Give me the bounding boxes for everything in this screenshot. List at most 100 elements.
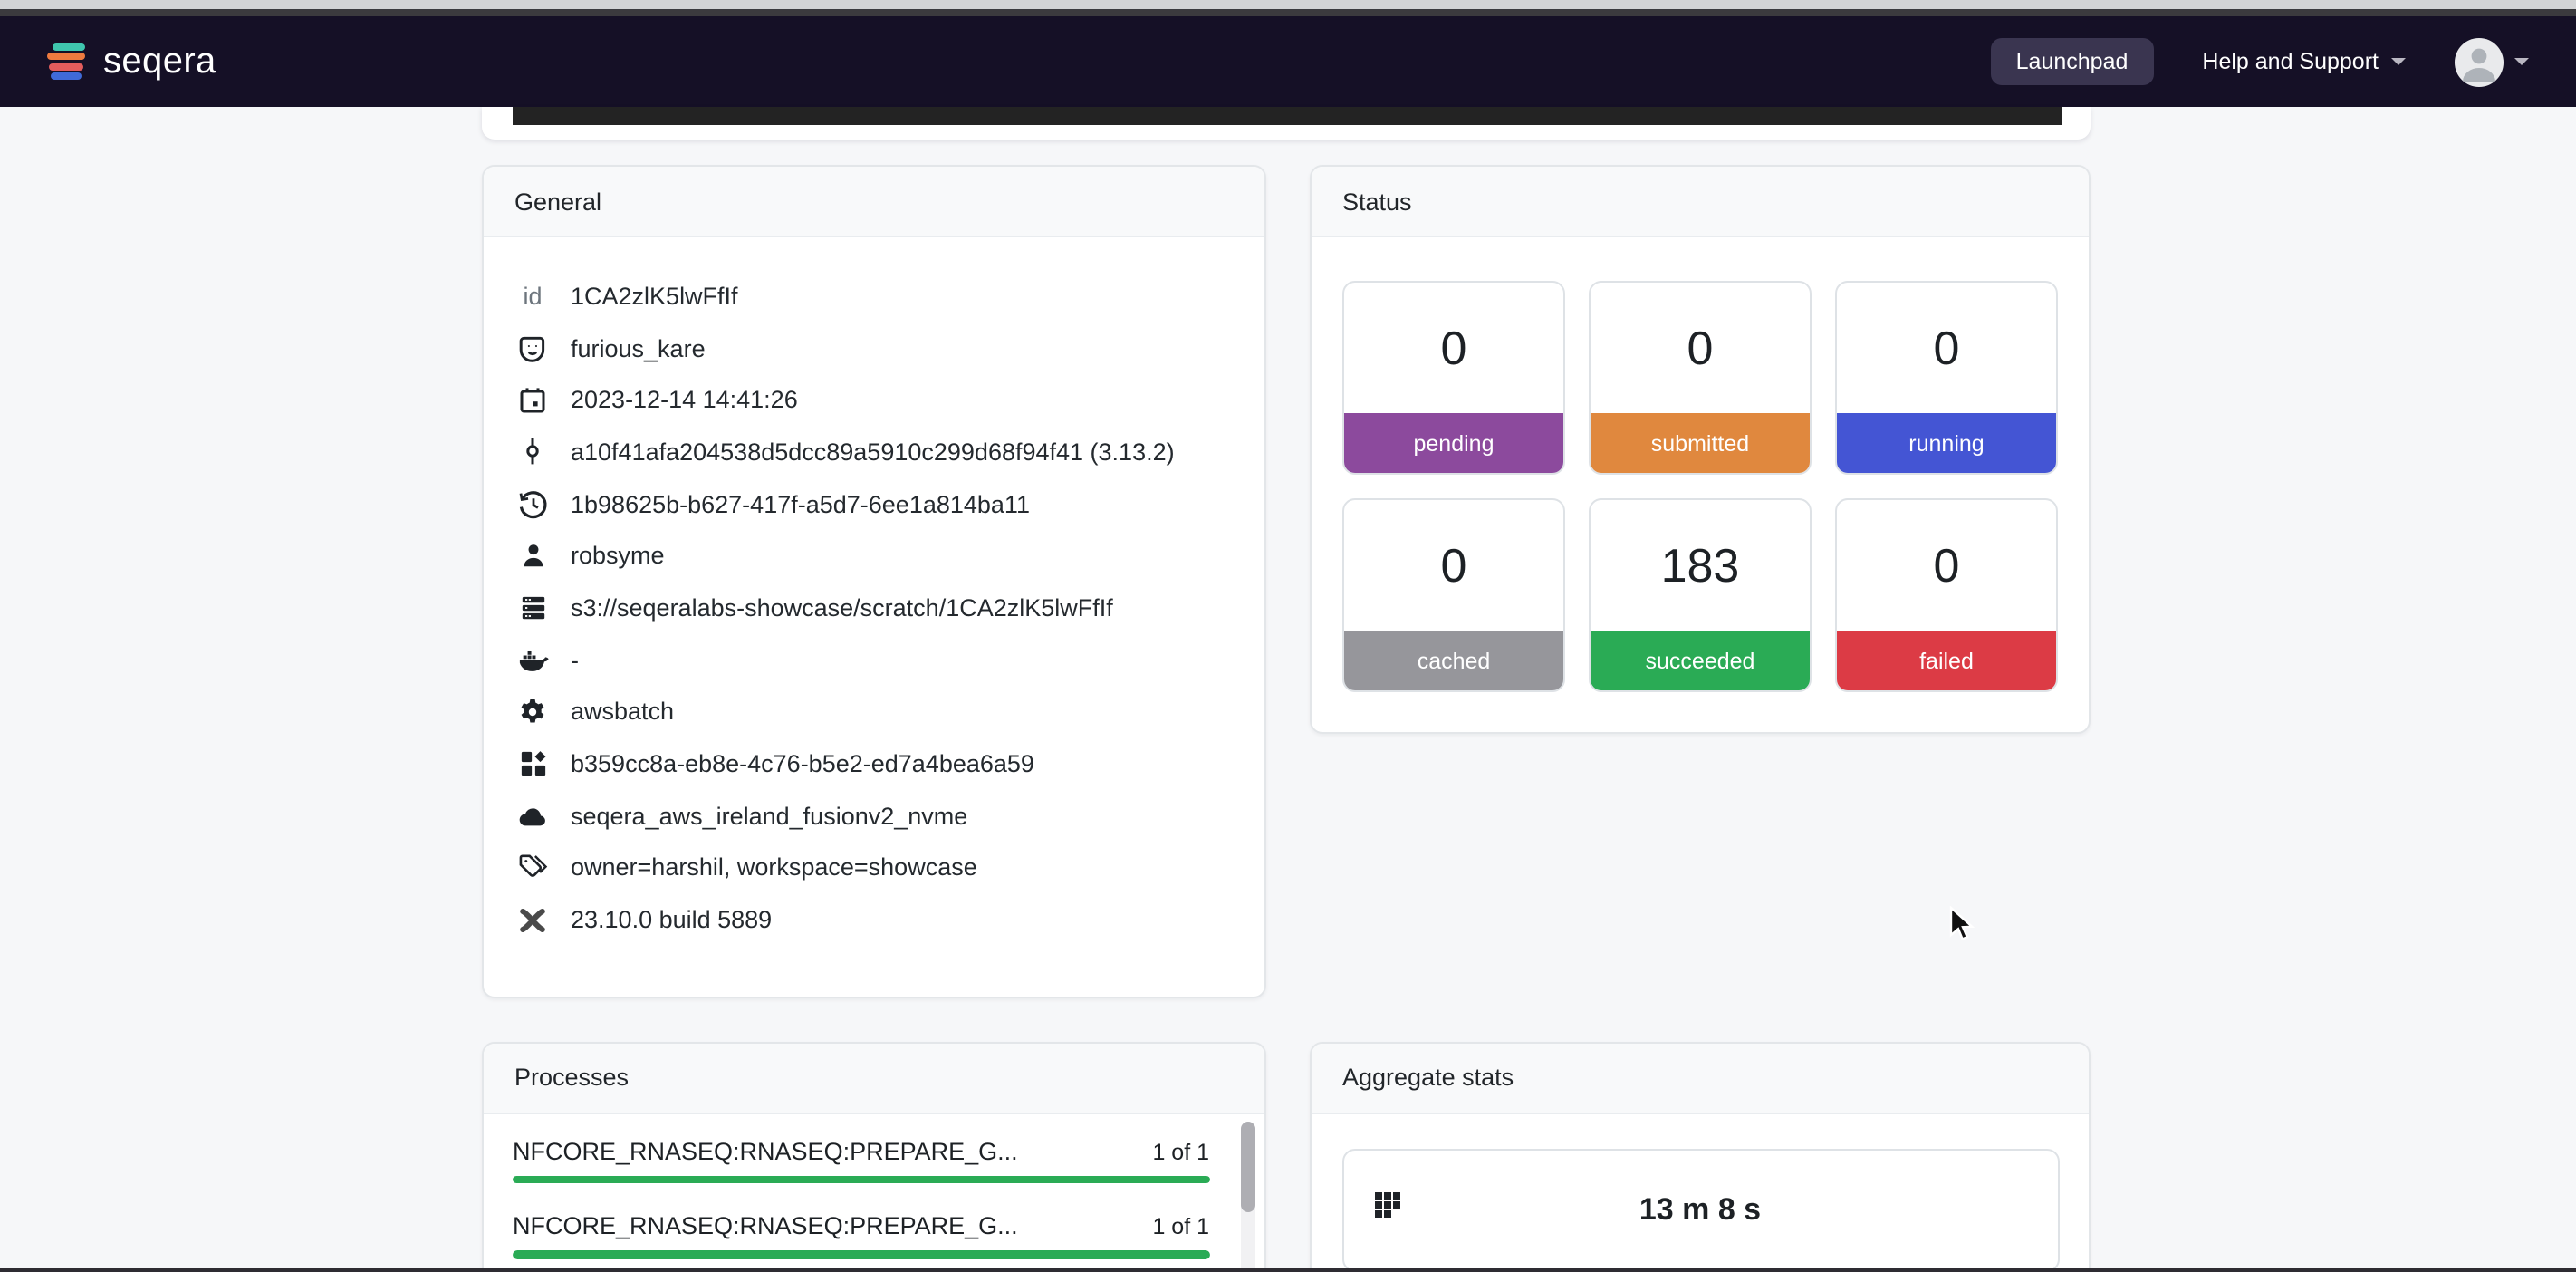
failed-count: 0	[1837, 500, 2056, 631]
cloud-icon	[514, 804, 551, 827]
person-icon	[2455, 37, 2504, 86]
window-top-divider	[0, 8, 2576, 16]
aggregate-card-body: 13 m 8 s	[1312, 1113, 2089, 1271]
processes-list: NFCORE_RNASEQ:RNASEQ:PREPARE_G... 1 of 1…	[484, 1113, 1264, 1258]
general-row-executor: awsbatch	[514, 686, 1233, 737]
user-menu[interactable]	[2455, 37, 2529, 86]
general-row-workdir: s3://seqeralabs-showcase/scratch/1CA2zlK…	[514, 582, 1233, 633]
cards-grid: General id 1CA2zlK5lwFfIf	[482, 165, 2091, 1272]
process-progress-bar	[513, 1250, 1209, 1258]
chevron-down-icon	[2391, 58, 2406, 65]
command-box-card	[482, 107, 2091, 139]
launchpad-button[interactable]: Launchpad	[1991, 38, 2154, 85]
window-top-strip	[0, 0, 2576, 8]
status-tile-pending[interactable]: 0 pending	[1342, 281, 1565, 475]
walltime-stat-tile: 13 m 8 s	[1341, 1148, 2059, 1271]
walltime-value: 13 m 8 s	[1372, 1191, 2028, 1228]
running-label: running	[1837, 413, 2056, 473]
running-count: 0	[1837, 283, 2056, 413]
masks-icon	[514, 332, 551, 363]
compute-env-name-value: seqera_aws_ireland_fusionv2_nvme	[571, 802, 967, 829]
workdir-value: s3://seqeralabs-showcase/scratch/1CA2zlK…	[571, 594, 1113, 622]
window-bottom-edge	[0, 1267, 2576, 1272]
aggregate-stats-card: Aggregate stats 13 m 8 s	[1310, 1041, 2091, 1272]
run-name-value: furious_kare	[571, 334, 706, 361]
general-row-container: -	[514, 634, 1233, 686]
status-tile-running[interactable]: 0 running	[1835, 281, 2058, 475]
process-progress-track	[513, 1250, 1209, 1258]
processes-card: Processes NFCORE_RNASEQ:RNASEQ:PREPARE_G…	[482, 1041, 1265, 1272]
nextflow-version-value: 23.10.0 build 5889	[571, 906, 772, 933]
general-card: General id 1CA2zlK5lwFfIf	[482, 165, 1265, 997]
avatar	[2455, 37, 2504, 86]
process-name[interactable]: NFCORE_RNASEQ:RNASEQ:PREPARE_G...	[513, 1137, 1018, 1164]
username-value: robsyme	[571, 543, 665, 570]
status-tile-submitted[interactable]: 0 submitted	[1589, 281, 1812, 475]
commit-value: a10f41afa204538d5dcc89a5910c299d68f94f41…	[571, 438, 1175, 466]
seqera-home-link[interactable]: seqera	[47, 41, 216, 82]
calendar-icon	[514, 385, 551, 414]
succeeded-count: 183	[1591, 500, 1810, 631]
general-row-session: 1b98625b-b627-417f-a5d7-6ee1a814ba11	[514, 478, 1233, 530]
history-icon	[514, 488, 551, 519]
commit-icon	[514, 438, 551, 467]
top-navbar: seqera Launchpad Help and Support	[0, 16, 2576, 107]
general-card-body: id 1CA2zlK5lwFfIf furious_kar	[484, 237, 1264, 946]
container-value: -	[571, 646, 579, 673]
run-id-value: 1CA2zlK5lwFfIf	[571, 283, 738, 310]
general-row-computeenv-id: b359cc8a-eb8e-4c76-b5e2-ed7a4bea6a59	[514, 737, 1233, 789]
pending-count: 0	[1344, 283, 1563, 413]
general-row-nextflow-version: 23.10.0 build 5889	[514, 894, 1233, 946]
tags-icon	[514, 854, 551, 882]
process-task-count: 1 of 1	[1152, 1214, 1209, 1239]
process-progress-track	[513, 1175, 1209, 1183]
status-tiles: 0 pending 0 submitted 0 running 0 cached	[1312, 237, 2089, 692]
cached-count: 0	[1344, 500, 1563, 631]
shapes-icon	[514, 750, 551, 777]
general-row-date: 2023-12-14 14:41:26	[514, 374, 1233, 426]
processes-card-header: Processes	[484, 1043, 1264, 1113]
id-label: id	[514, 283, 551, 310]
status-tile-cached[interactable]: 0 cached	[1342, 498, 1565, 692]
processes-scrollbar-thumb[interactable]	[1241, 1122, 1255, 1212]
docker-icon	[514, 646, 551, 673]
process-item: NFCORE_RNASEQ:RNASEQ:PREPARE_G... 1 of 1	[513, 1137, 1209, 1183]
process-progress-bar	[513, 1175, 1209, 1183]
general-row-id: id 1CA2zlK5lwFfIf	[514, 270, 1233, 322]
run-details-page: General id 1CA2zlK5lwFfIf	[482, 107, 2091, 1272]
process-task-count: 1 of 1	[1152, 1139, 1209, 1164]
user-icon	[514, 543, 551, 570]
process-name[interactable]: NFCORE_RNASEQ:RNASEQ:PREPARE_G...	[513, 1212, 1018, 1239]
gear-icon	[514, 698, 551, 727]
walltime-grid-icon	[1372, 1190, 1401, 1229]
submitted-label: submitted	[1591, 413, 1810, 473]
session-id-value: 1b98625b-b627-417f-a5d7-6ee1a814ba11	[571, 490, 1030, 517]
help-support-menu[interactable]: Help and Support	[2202, 49, 2406, 74]
status-tile-failed[interactable]: 0 failed	[1835, 498, 2058, 692]
executor-value: awsbatch	[571, 699, 674, 726]
server-icon	[514, 594, 551, 622]
general-card-header: General	[484, 167, 1264, 237]
general-row-labels: owner=harshil, workspace=showcase	[514, 842, 1233, 893]
submitted-count: 0	[1591, 283, 1810, 413]
status-card-header: Status	[1312, 167, 2089, 237]
labels-value: owner=harshil, workspace=showcase	[571, 854, 977, 882]
seqera-logo-icon	[47, 43, 87, 81]
general-row-user: robsyme	[514, 530, 1233, 582]
navbar-right: Launchpad Help and Support	[1991, 37, 2529, 86]
processes-scrollbar-track[interactable]	[1241, 1122, 1255, 1272]
succeeded-label: succeeded	[1591, 631, 1810, 690]
mouse-cursor	[1949, 906, 1976, 944]
command-box	[512, 107, 2062, 125]
compute-env-id-value: b359cc8a-eb8e-4c76-b5e2-ed7a4bea6a59	[571, 750, 1034, 777]
general-row-commit: a10f41afa204538d5dcc89a5910c299d68f94f41…	[514, 426, 1233, 477]
brand-name: seqera	[103, 41, 216, 82]
cached-label: cached	[1344, 631, 1563, 690]
status-tile-succeeded[interactable]: 183 succeeded	[1589, 498, 1812, 692]
general-row-runname: furious_kare	[514, 322, 1233, 373]
pending-label: pending	[1344, 413, 1563, 473]
status-card: Status 0 pending 0 submitted 0 running	[1310, 165, 2091, 734]
start-date-value: 2023-12-14 14:41:26	[571, 386, 798, 413]
failed-label: failed	[1837, 631, 2056, 690]
aggregate-card-header: Aggregate stats	[1312, 1043, 2089, 1113]
